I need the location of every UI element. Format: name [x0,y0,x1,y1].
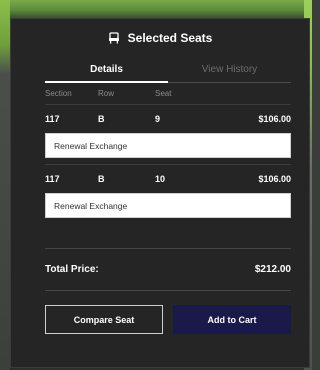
seat-row-letter: B [98,174,105,184]
seat-section: 117 [45,114,60,124]
column-row: Row [98,89,115,98]
seat-price: $106.00 [258,114,291,124]
total-price-label: Total Price: [45,264,99,275]
total-price-amount: $212.00 [254,264,291,275]
seat-price: $106.00 [258,174,291,184]
seat-row-letter: B [98,114,105,124]
column-headers: Section Row Seat [45,83,291,105]
seat-number: 10 [155,174,166,184]
tab-view-history[interactable]: View History [168,57,291,82]
compare-seat-button[interactable]: Compare Seat [45,305,163,334]
tab-details[interactable]: Details [45,57,168,83]
seat-icon [108,32,120,44]
seat-item: 117 B 9 $106.00 Renewal Exchange [45,105,291,158]
add-to-cart-button[interactable]: Add to Cart [173,305,291,334]
renewal-exchange-field[interactable]: Renewal Exchange [45,193,291,218]
seat-number: 9 [155,114,161,124]
background-left-edge [0,0,10,370]
column-seat: Seat [155,89,172,98]
seat-section: 117 [45,174,60,184]
seat-row: 117 B 10 $106.00 [45,165,291,193]
panel-title: Selected Seats [127,31,213,45]
seat-item: 117 B 10 $106.00 Renewal Exchange [45,165,291,218]
column-section: Section [45,89,72,98]
total-price-row: Total Price: $212.00 [45,249,291,291]
selected-seats-panel: Selected Seats Details View History Sect… [10,18,310,368]
renewal-exchange-field[interactable]: Renewal Exchange [45,133,291,158]
tab-bar: Details View History [45,57,291,83]
action-buttons: Compare Seat Add to Cart [45,305,291,334]
seat-row: 117 B 9 $106.00 [45,105,291,133]
panel-header: Selected Seats [11,19,309,57]
